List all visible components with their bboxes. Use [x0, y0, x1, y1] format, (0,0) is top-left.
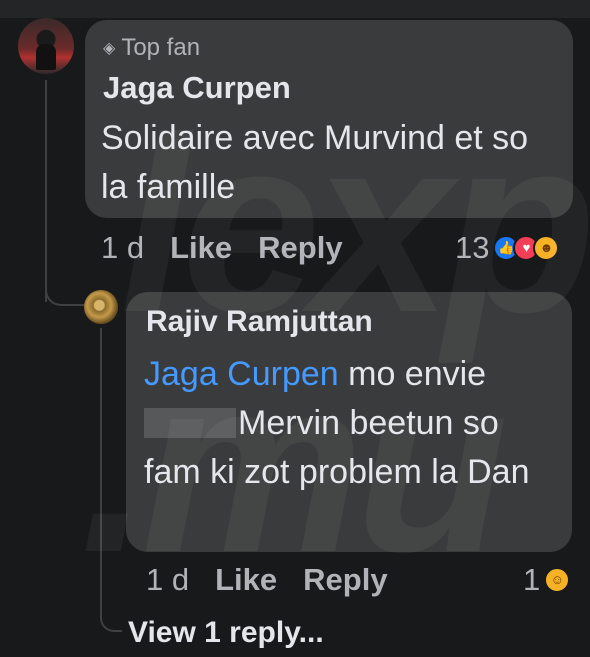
- comment-text: Solidaire avec Murvind et so la famille: [101, 119, 529, 206]
- reply-author[interactable]: Rajiv Ramjuttan: [146, 305, 373, 339]
- care-icon: ☻: [533, 235, 560, 261]
- diamond-icon: ◈: [103, 40, 116, 57]
- like-button[interactable]: Like: [170, 230, 232, 266]
- comment-time[interactable]: 1 d: [101, 230, 144, 266]
- view-replies-connector: [100, 602, 122, 632]
- comment-author[interactable]: Jaga Curpen: [103, 70, 291, 106]
- reply-text-part1: mo envie: [338, 355, 487, 393]
- reply-button[interactable]: Reply: [258, 230, 342, 266]
- haha-icon: ☺: [544, 567, 571, 593]
- reply-text: Jaga Curpen mo envie Mervin beetun so fa…: [144, 350, 554, 497]
- reply-time[interactable]: 1 d: [146, 562, 189, 598]
- reply-actions: 1 d Like Reply: [146, 562, 388, 598]
- reply-thread-line: [100, 328, 102, 618]
- reply-avatar[interactable]: [84, 290, 118, 324]
- reply-reaction-summary[interactable]: 1 ☺: [523, 562, 571, 598]
- thread-connector: [45, 268, 85, 306]
- avatar[interactable]: [18, 18, 74, 74]
- comment-actions: 1 d Like Reply: [101, 230, 343, 266]
- reply-button[interactable]: Reply: [303, 562, 387, 598]
- badge-label: Top fan: [121, 34, 201, 61]
- reaction-summary[interactable]: 13 👍 ♥ ☻: [455, 230, 560, 266]
- top-fan-badge: ◈ Top fan: [103, 34, 200, 62]
- mention-link[interactable]: Jaga Curpen: [144, 355, 339, 393]
- view-replies-link[interactable]: View 1 reply...: [128, 616, 324, 650]
- reaction-count: 1: [523, 562, 541, 597]
- reaction-count: 13: [455, 230, 490, 265]
- redacted-text: [144, 408, 236, 438]
- top-bar: [0, 0, 590, 18]
- like-button[interactable]: Like: [215, 562, 277, 598]
